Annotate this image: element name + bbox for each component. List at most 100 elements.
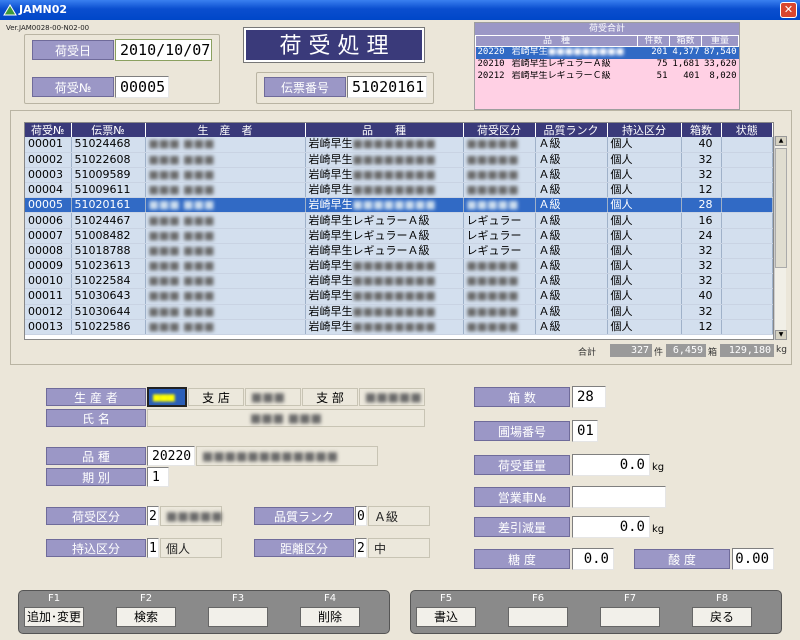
grid-column-header[interactable]: 品質ランク xyxy=(535,123,608,137)
cell-producer: ■■■ ■■■ xyxy=(145,137,306,153)
cell-boxes: 12 xyxy=(681,182,722,199)
hinshitsu-code-field[interactable]: 0 xyxy=(355,506,367,526)
fkey-f5-button[interactable]: 書込 xyxy=(416,607,476,627)
juryo-field[interactable]: 0.0 xyxy=(572,454,650,476)
kyori-code-field[interactable]: 2 xyxy=(355,538,367,558)
fkey-f4-button[interactable]: 削除 xyxy=(300,607,360,627)
total-boxes: 6,459 xyxy=(666,344,706,357)
fkey-f3-button[interactable] xyxy=(208,607,268,627)
juryo-unit: kg xyxy=(652,462,665,473)
close-button[interactable]: ✕ xyxy=(780,2,797,18)
fkey-f6-button[interactable] xyxy=(508,607,568,627)
nyukano-field[interactable]: 00005 xyxy=(115,76,169,98)
summary-row[interactable]: 20210 岩崎早生レギュラーＡ級 75 1,681 33,620 xyxy=(476,59,739,71)
grid-row[interactable]: 00013 51022586 ■■■ ■■■ 岩崎早生■■■■■■■■ ■■■■■ Ａ級個… xyxy=(25,319,773,335)
grid-row[interactable]: 00005 51020161 ■■■ ■■■ 岩崎早生■■■■■■■■ ■■■■■ Ａ級個… xyxy=(25,197,773,214)
grid-row[interactable]: 00007 51008482 ■■■ ■■■ 岩崎早生レギュラーＡ級 レギュラー Ａ級 個人… xyxy=(25,228,773,244)
fkey-number: F2 xyxy=(139,593,153,604)
fkey-f1-button[interactable]: 追加･変更 xyxy=(24,607,84,627)
grid-row[interactable]: 00010 51022584 ■■■ ■■■ 岩崎早生■■■■■■■■ ■■■■■ Ａ級個… xyxy=(25,273,773,290)
cell-nyuka-no: 00003 xyxy=(25,167,72,184)
grid-column-header[interactable]: 箱数 xyxy=(681,123,722,137)
mochikomi-code-field[interactable]: 1 xyxy=(147,538,159,558)
summary-weight: 87,540 xyxy=(701,46,739,59)
kibetsu-label: 期 別 xyxy=(46,468,146,486)
summary-row[interactable]: 20212 岩崎早生レギュラーＣ級 51 401 8,020 xyxy=(476,71,739,83)
grid-row[interactable]: 00003 51009589 ■■■ ■■■ 岩崎早生■■■■■■■■ ■■■■■ Ａ級個… xyxy=(25,167,773,184)
cell-kubun: ■■■■■ xyxy=(463,197,536,214)
fkey-f4: F4 削除 xyxy=(300,591,360,631)
toudo-field[interactable]: 0.0 xyxy=(572,548,614,570)
fkey-f8-button[interactable]: 戻る xyxy=(692,607,752,627)
grid-row[interactable]: 00011 51030643 ■■■ ■■■ 岩崎早生■■■■■■■■ ■■■■■ Ａ級個… xyxy=(25,288,773,305)
scroll-thumb[interactable] xyxy=(775,148,787,268)
cell-mochikomi: 個人 xyxy=(607,228,682,244)
total-count-unit: 件 xyxy=(654,348,664,358)
version-label: Ver.JAM0028-00-N02-00 xyxy=(6,24,90,32)
cell-producer: ■■■ ■■■ xyxy=(145,243,306,260)
summary-row[interactable]: 20220 岩崎早生■■■■■■■■■ 201 4,377 87,540 xyxy=(475,46,739,59)
grid-column-header[interactable]: 生 産 者 xyxy=(145,123,306,137)
receipt-grid[interactable]: 荷受№ 伝票№ 生 産 者品 種荷受区分 品質ランク 持込区分 箱数 状態 00001 510… xyxy=(24,122,774,340)
grid-row[interactable]: 00012 51030644 ■■■ ■■■ 岩崎早生■■■■■■■■ ■■■■■ Ａ級個… xyxy=(25,304,773,320)
grid-column-header[interactable]: 荷受区分 xyxy=(463,123,536,137)
hinshitsu-name: Ａ級 xyxy=(368,506,430,526)
denpyo-label: 伝票番号 xyxy=(264,77,346,97)
grid-scrollbar[interactable]: ▲ ▼ xyxy=(774,136,787,340)
sando-field[interactable]: 0.00 xyxy=(732,548,774,570)
cell-producer: ■■■ ■■■ xyxy=(145,197,306,214)
grid-column-header[interactable]: 品 種 xyxy=(305,123,464,137)
grid-column-header[interactable]: 持込区分 xyxy=(607,123,682,137)
hinshu-code-field[interactable]: 20220 xyxy=(147,446,195,466)
summary-code: 20210 xyxy=(477,59,505,69)
cell-nyuka-no: 00007 xyxy=(25,228,72,244)
cell-nyuka-no: 00013 xyxy=(25,319,72,335)
summary-code: 20220 xyxy=(475,46,510,59)
total-boxes-unit: 箱 xyxy=(708,348,718,358)
cell-slip-no: 51024467 xyxy=(71,212,146,229)
cell-mochikomi: 個人 xyxy=(607,288,682,305)
form-title: 荷 受 処 理 xyxy=(243,27,425,63)
summary-count: 75 xyxy=(656,59,668,69)
cell-variety: 岩崎早生■■■■■■■■ xyxy=(305,273,464,290)
grid-row[interactable]: 00008 51018788 ■■■ ■■■ 岩崎早生レギュラーＡ級 レギュラー Ａ級 個人… xyxy=(25,243,773,260)
eigyo-field[interactable] xyxy=(572,486,666,508)
hakosu-field[interactable]: 28 xyxy=(572,386,606,408)
cell-slip-no: 51022608 xyxy=(71,152,146,168)
genryo-field[interactable]: 0.0 xyxy=(572,516,650,538)
cell-boxes: 32 xyxy=(681,167,722,184)
mochikomi-label: 持込区分 xyxy=(46,539,146,557)
total-label: 合計 xyxy=(578,348,597,358)
enjo-field[interactable]: 01 xyxy=(572,420,598,442)
cell-rank: Ａ級 xyxy=(535,304,608,320)
grid-row[interactable]: 00009 51023613 ■■■ ■■■ 岩崎早生■■■■■■■■ ■■■■■ Ａ級個… xyxy=(25,258,773,275)
seisansha-code-field[interactable]: ■■■ xyxy=(147,387,187,407)
nyukakubun-code-field[interactable]: 2 xyxy=(147,506,159,526)
grid-row[interactable]: 00001 51024468 ■■■ ■■■ 岩崎早生■■■■■■■■ ■■■■■ Ａ級個… xyxy=(25,137,773,153)
denpyo-field[interactable]: 51020161 xyxy=(347,76,427,98)
hinshu-label: 品 種 xyxy=(46,447,146,465)
fkey-number: F1 xyxy=(47,593,61,604)
summary-variety: 岩崎早生■■■■■■■■■ xyxy=(509,46,638,59)
cell-producer: ■■■ ■■■ xyxy=(145,258,306,275)
grid-column-header[interactable]: 伝票№ xyxy=(71,123,146,137)
shimei-value: ■■■ ■■■ xyxy=(147,409,425,427)
cell-rank: Ａ級 xyxy=(535,258,608,275)
fkey-f5: F5 書込 xyxy=(416,591,476,631)
nyukabi-field[interactable]: 2010/10/07 xyxy=(115,39,212,61)
grid-row[interactable]: 00004 51009611 ■■■ ■■■ 岩崎早生■■■■■■■■ ■■■■■ Ａ級個… xyxy=(25,182,773,199)
grid-row[interactable]: 00006 51024467 ■■■ ■■■ 岩崎早生レギュラーＡ級 レギュラー Ａ級 個人… xyxy=(25,212,773,229)
scroll-down-icon[interactable]: ▼ xyxy=(775,330,787,340)
fkey-f2-button[interactable]: 検索 xyxy=(116,607,176,627)
cell-variety: 岩崎早生レギュラーＡ級 xyxy=(305,212,464,229)
grid-column-header[interactable]: 荷受№ xyxy=(25,123,72,137)
kibetsu-field[interactable]: 1 xyxy=(147,467,169,487)
grid-row[interactable]: 00002 51022608 ■■■ ■■■ 岩崎早生■■■■■■■■ ■■■■■ Ａ級個… xyxy=(25,152,773,168)
fkey-f7-button[interactable] xyxy=(600,607,660,627)
cell-status xyxy=(721,182,773,199)
summary-weight: 8,020 xyxy=(709,71,737,81)
summary-variety: 岩崎早生レギュラーＣ級 xyxy=(511,71,611,81)
scroll-up-icon[interactable]: ▲ xyxy=(775,136,787,146)
cell-rank: Ａ級 xyxy=(535,137,608,153)
grid-column-header[interactable]: 状態 xyxy=(721,123,773,137)
